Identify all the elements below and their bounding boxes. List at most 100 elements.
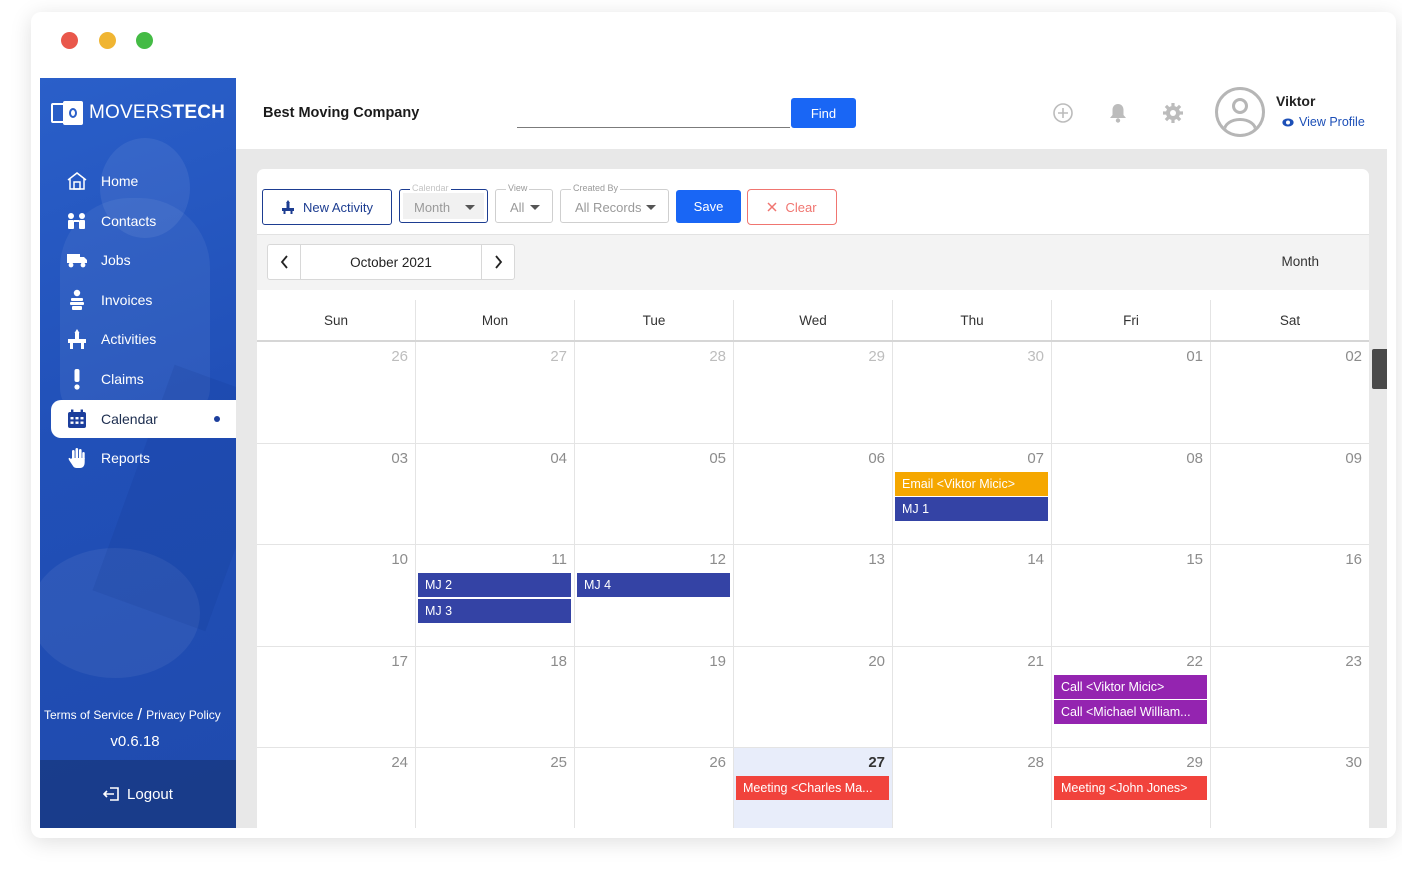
weekday-wed: Wed — [733, 300, 892, 340]
calendar-type-select[interactable]: Calendar Month — [399, 183, 488, 223]
view-select[interactable]: View All — [495, 183, 553, 223]
sidebar-item-activities[interactable]: Activities — [51, 320, 236, 358]
day-cell[interactable]: 04 — [415, 443, 574, 545]
day-cell[interactable]: 18 — [415, 646, 574, 748]
brand-logo[interactable]: MOVERSTECH — [51, 100, 225, 126]
sidebar-item-home[interactable]: Home — [51, 162, 236, 200]
new-activity-icon — [281, 200, 294, 214]
day-cell[interactable]: 24 — [257, 748, 415, 828]
view-value: All — [510, 200, 525, 215]
day-cell[interactable]: 10 — [257, 545, 415, 646]
day-cell[interactable]: 30 — [892, 342, 1051, 443]
day-cell[interactable]: 25 — [415, 748, 574, 828]
window-minimize-dot[interactable] — [99, 32, 116, 49]
day-cell[interactable]: 26 — [574, 748, 733, 828]
privacy-link[interactable]: Privacy Policy — [146, 708, 221, 722]
week-row: 17 18 19 20 21 22 Call <Viktor Micic> Call <Mic… — [257, 646, 1369, 749]
eye-icon — [1282, 118, 1294, 126]
home-icon — [65, 169, 89, 193]
day-cell[interactable]: 06 — [733, 443, 892, 545]
sidebar-item-invoices[interactable]: Invoices — [51, 281, 236, 319]
view-profile-link[interactable]: View Profile — [1282, 115, 1365, 129]
search-input[interactable] — [517, 127, 790, 128]
day-cell[interactable]: 29 Meeting <John Jones> — [1051, 748, 1210, 828]
calendar-event[interactable]: Email <Viktor Micic> — [895, 471, 1048, 496]
day-number: 10 — [391, 551, 408, 569]
calendar-event[interactable]: Meeting <John Jones> — [1054, 776, 1207, 801]
day-cell[interactable]: 03 — [257, 444, 415, 545]
user-avatar[interactable] — [1215, 87, 1265, 137]
new-activity-button[interactable]: New Activity — [262, 189, 392, 225]
day-cell[interactable]: 08 — [1051, 443, 1210, 545]
window-maximize-dot[interactable] — [136, 32, 153, 49]
day-number: 04 — [550, 449, 567, 467]
clear-label: Clear — [785, 199, 817, 215]
calendar-event[interactable]: MJ 1 — [895, 497, 1048, 522]
day-cell[interactable]: 07 Email <Viktor Micic> MJ 1 — [892, 443, 1051, 545]
prev-period-button[interactable] — [268, 245, 300, 279]
day-cell[interactable]: 19 — [574, 646, 733, 748]
save-button[interactable]: Save — [676, 190, 741, 223]
day-cell[interactable]: 12 MJ 4 — [574, 545, 733, 646]
sidebar-item-jobs[interactable]: Jobs — [51, 241, 236, 279]
terms-link[interactable]: Terms of Service — [44, 708, 133, 722]
day-events: MJ 2 MJ 3 — [418, 573, 571, 624]
calendar-event[interactable]: Meeting <Charles Ma... — [736, 776, 889, 801]
day-cell[interactable]: 16 — [1210, 545, 1369, 646]
day-cell[interactable]: 09 — [1210, 443, 1369, 545]
chevron-left-icon — [280, 255, 288, 269]
calendar-mode-label[interactable]: Month — [1281, 254, 1319, 269]
logout-button[interactable]: Logout — [40, 760, 236, 828]
day-cell-today[interactable]: 27 Meeting <Charles Ma... — [733, 748, 892, 828]
day-cell[interactable]: 20 — [733, 646, 892, 748]
day-cell[interactable]: 15 — [1051, 545, 1210, 646]
sidebar-item-calendar[interactable]: Calendar — [51, 399, 236, 438]
day-cell[interactable]: 01 — [1051, 342, 1210, 443]
clear-button[interactable]: Clear — [747, 189, 837, 225]
created-by-select[interactable]: Created By All Records — [560, 183, 669, 223]
calendar-event[interactable]: Call <Michael William... — [1054, 700, 1207, 725]
day-cell[interactable]: 29 — [733, 342, 892, 443]
sidebar-item-contacts[interactable]: Contacts — [51, 202, 236, 240]
day-number: 11 — [551, 551, 567, 569]
day-cell[interactable]: 30 — [1210, 748, 1369, 828]
day-cell[interactable]: 23 — [1210, 646, 1369, 748]
day-events: Meeting <Charles Ma... — [736, 776, 889, 802]
day-cell[interactable]: 28 — [892, 748, 1051, 828]
calendar-event[interactable]: MJ 3 — [418, 598, 571, 623]
find-button[interactable]: Find — [791, 98, 856, 128]
top-header: Best Moving Company Find Viktor View Pro… — [236, 78, 1387, 149]
calendar-event[interactable]: MJ 2 — [418, 573, 571, 598]
day-cell[interactable]: 02 — [1210, 342, 1369, 443]
sidebar-item-reports[interactable]: Reports — [51, 439, 236, 477]
calendar-event[interactable]: Call <Viktor Micic> — [1054, 674, 1207, 699]
brand-logo-icon — [51, 101, 83, 125]
day-cell[interactable]: 22 Call <Viktor Micic> Call <Michael Willi… — [1051, 646, 1210, 748]
day-cell[interactable]: 05 — [574, 443, 733, 545]
current-period: October 2021 — [300, 245, 482, 279]
day-number: 30 — [1345, 754, 1362, 772]
day-cell[interactable]: 21 — [892, 646, 1051, 748]
sidebar-item-label: Jobs — [101, 252, 131, 269]
window-close-dot[interactable] — [61, 32, 78, 49]
day-number: 03 — [391, 449, 408, 467]
next-period-button[interactable] — [482, 245, 514, 279]
day-cell[interactable]: 26 — [257, 342, 415, 443]
day-cell[interactable]: 28 — [574, 342, 733, 443]
settings-gear-icon[interactable] — [1162, 102, 1184, 124]
day-cell[interactable]: 14 — [892, 545, 1051, 646]
day-cell[interactable]: 11 MJ 2 MJ 3 — [415, 545, 574, 646]
scrollbar-thumb[interactable] — [1372, 349, 1387, 389]
calendar-event[interactable]: MJ 4 — [577, 573, 730, 598]
day-number: 26 — [391, 348, 408, 365]
day-number: 19 — [709, 652, 726, 670]
sidebar-item-claims[interactable]: Claims — [51, 360, 236, 398]
day-number: 21 — [1027, 652, 1044, 670]
view-profile-label: View Profile — [1299, 115, 1365, 129]
add-circle-icon[interactable] — [1052, 102, 1074, 124]
month-grid: Sun Mon Tue Wed Thu Fri Sat 26 27 28 29 30 01 02 03 04… — [257, 300, 1369, 828]
day-cell[interactable]: 27 — [415, 342, 574, 443]
day-cell[interactable]: 13 — [733, 545, 892, 646]
bell-icon[interactable] — [1107, 102, 1129, 124]
day-cell[interactable]: 17 — [257, 647, 415, 748]
